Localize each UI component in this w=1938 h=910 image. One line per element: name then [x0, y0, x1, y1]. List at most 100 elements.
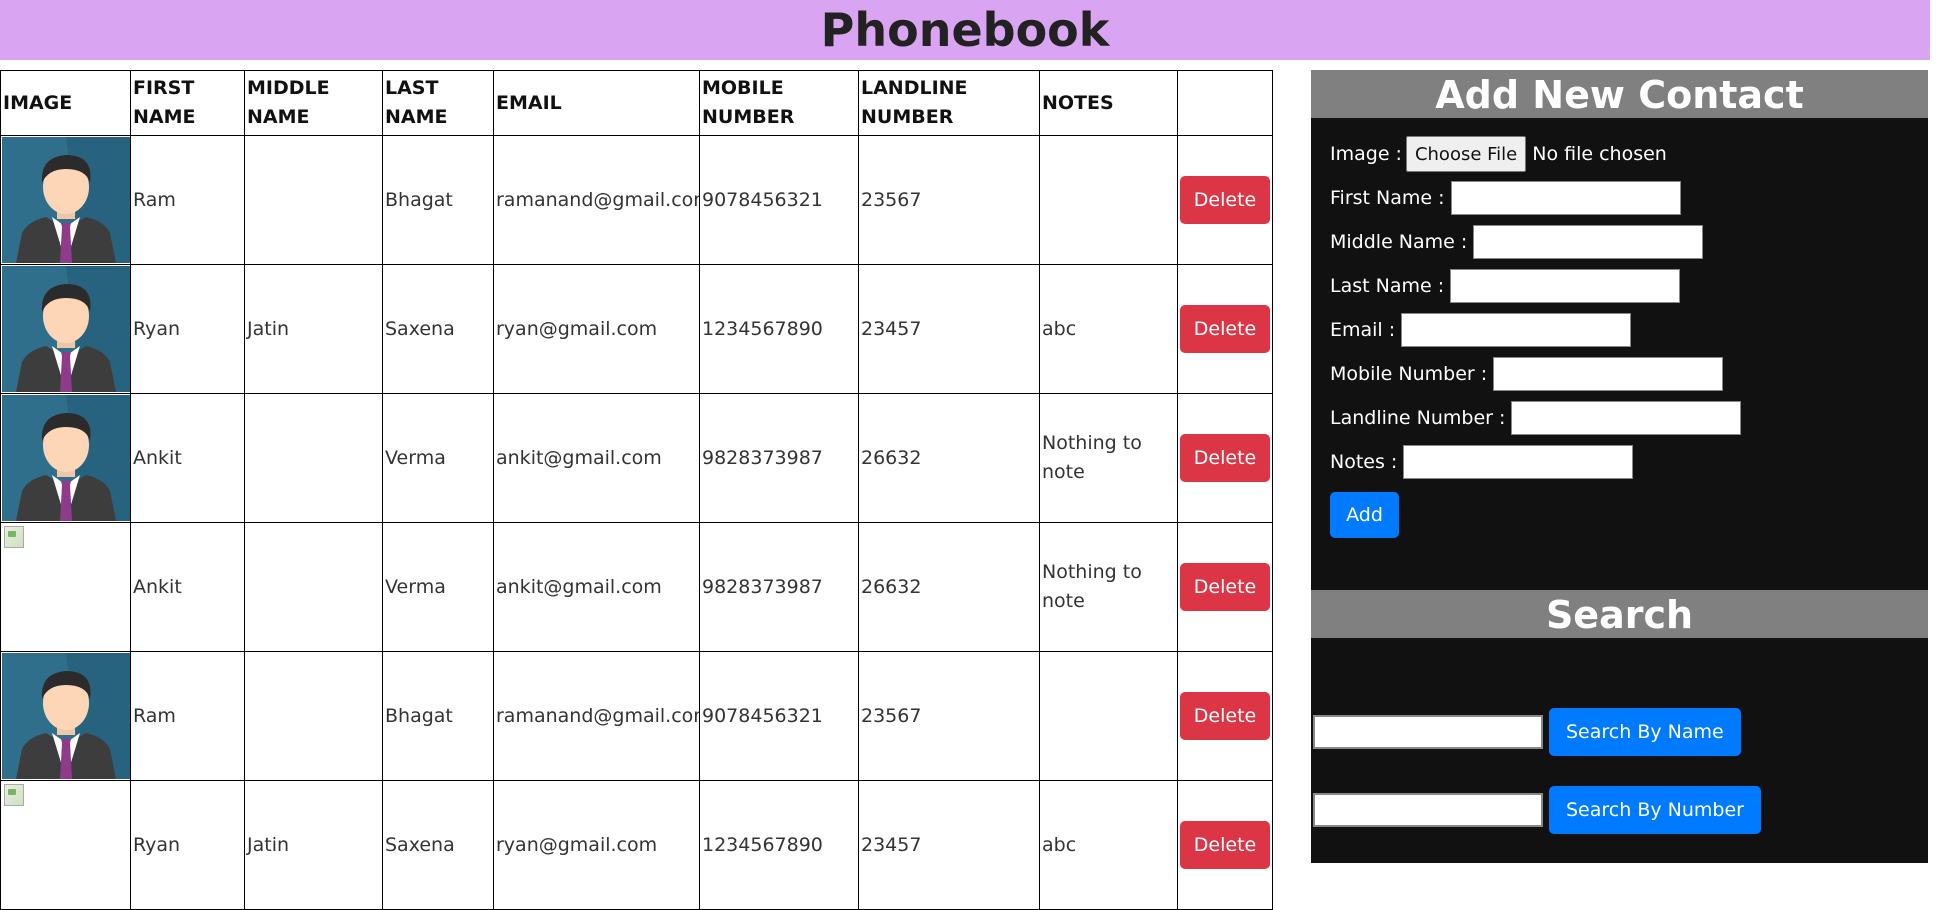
actions-cell: Delete	[1177, 264, 1273, 394]
search-title: Search	[1311, 590, 1928, 638]
notes-cell: abc	[1039, 264, 1178, 394]
landline-number-input[interactable]	[1511, 401, 1742, 435]
delete-button[interactable]: Delete	[1180, 176, 1270, 224]
search-by-name-row: Search By Name	[1311, 708, 1928, 756]
actions-cell: Delete	[1177, 393, 1273, 523]
actions-cell: Delete	[1177, 135, 1273, 265]
delete-button[interactable]: Delete	[1180, 692, 1270, 740]
column-header-last-name: LAST NAME	[382, 70, 494, 136]
image-label: Image :	[1330, 143, 1402, 165]
page-header: Phonebook	[0, 0, 1930, 60]
column-header-image: IMAGE	[0, 70, 131, 136]
middle-name-label: Middle Name :	[1330, 231, 1468, 253]
mobile-number-cell: 9078456321	[699, 135, 859, 265]
notes-cell: Nothing to note	[1039, 522, 1178, 652]
last-name-cell: Bhagat	[382, 135, 494, 265]
first-name-input[interactable]	[1450, 181, 1681, 215]
middle-name-cell: Jatin	[244, 264, 383, 394]
add-contact-title: Add New Contact	[1311, 70, 1928, 118]
last-name-cell: Bhagat	[382, 651, 494, 781]
notes-input[interactable]	[1403, 445, 1634, 479]
notes-cell: abc	[1039, 780, 1178, 910]
table-row: Ankit Verma ankit@gmail.com 9828373987 26632…	[0, 393, 1273, 523]
last-name-row: Last Name :	[1330, 264, 1928, 308]
table-row: Ram Bhagat ramanand@gmail.com 9078456321 235…	[0, 135, 1273, 265]
first-name-cell: Ankit	[130, 522, 245, 652]
column-header-mobile-number: MOBILE NUMBER	[699, 70, 859, 136]
search-panel: Search Search By Name Search By Number	[1311, 590, 1928, 863]
add-button[interactable]: Add	[1330, 492, 1399, 538]
actions-cell: Delete	[1177, 651, 1273, 781]
delete-button[interactable]: Delete	[1180, 434, 1270, 482]
email-label: Email :	[1330, 319, 1396, 341]
last-name-cell: Verma	[382, 393, 494, 523]
first-name-row: First Name :	[1330, 176, 1928, 220]
no-file-text: No file chosen	[1532, 143, 1667, 165]
middle-name-cell	[244, 393, 383, 523]
avatar-image	[2, 266, 130, 392]
landline-number-cell: 23567	[858, 651, 1040, 781]
column-header-email: EMAIL	[493, 70, 700, 136]
last-name-input[interactable]	[1450, 269, 1681, 303]
add-contact-form: Image : Choose File No file chosen First…	[1311, 118, 1928, 538]
table-row: Ryan Jatin Saxena ryan@gmail.com 1234567890 2…	[0, 264, 1273, 394]
search-by-name-button[interactable]: Search By Name	[1549, 708, 1741, 756]
page-title: Phonebook	[820, 3, 1110, 57]
avatar-image	[2, 137, 130, 263]
landline-number-label: Landline Number :	[1330, 407, 1506, 429]
first-name-cell: Ankit	[130, 393, 245, 523]
search-by-number-row: Search By Number	[1311, 786, 1928, 834]
middle-name-cell	[244, 651, 383, 781]
column-header-notes: NOTES	[1039, 70, 1178, 136]
image-row: Image : Choose File No file chosen	[1330, 132, 1928, 176]
first-name-label: First Name :	[1330, 187, 1445, 209]
contacts-table: IMAGE FIRST NAME MIDDLE NAME LAST NAME E…	[0, 70, 1273, 910]
image-cell	[0, 780, 131, 910]
column-header-landline-number: LANDLINE NUMBER	[858, 70, 1040, 136]
delete-button[interactable]: Delete	[1180, 305, 1270, 353]
middle-name-input[interactable]	[1473, 225, 1704, 259]
search-name-input[interactable]	[1313, 715, 1543, 749]
search-by-number-button[interactable]: Search By Number	[1549, 786, 1761, 834]
column-header-first-name: FIRST NAME	[130, 70, 245, 136]
email-row: Email :	[1330, 308, 1928, 352]
first-name-cell: Ram	[130, 135, 245, 265]
table-header-row: IMAGE FIRST NAME MIDDLE NAME LAST NAME E…	[0, 70, 1273, 136]
notes-cell: Nothing to note	[1039, 393, 1178, 523]
middle-name-row: Middle Name :	[1330, 220, 1928, 264]
last-name-cell: Saxena	[382, 264, 494, 394]
mobile-number-cell: 9828373987	[699, 522, 859, 652]
image-cell	[0, 264, 131, 394]
column-header-actions	[1177, 70, 1273, 136]
image-cell	[0, 651, 131, 781]
email-input[interactable]	[1401, 313, 1632, 347]
table-row: Ankit Verma ankit@gmail.com 9828373987 26632…	[0, 522, 1273, 652]
mobile-number-input[interactable]	[1493, 357, 1724, 391]
choose-file-button[interactable]: Choose File	[1405, 136, 1527, 172]
delete-button[interactable]: Delete	[1180, 821, 1270, 869]
mobile-number-cell: 9078456321	[699, 651, 859, 781]
landline-number-cell: 23457	[858, 780, 1040, 910]
mobile-number-cell: 9828373987	[699, 393, 859, 523]
last-name-cell: Verma	[382, 522, 494, 652]
first-name-cell: Ryan	[130, 264, 245, 394]
avatar-image	[2, 395, 130, 521]
middle-name-cell: Jatin	[244, 780, 383, 910]
add-contact-panel: Add New Contact Image : Choose File No f…	[1311, 70, 1928, 590]
email-cell: ramanand@gmail.com	[493, 135, 700, 265]
notes-cell	[1039, 651, 1178, 781]
landline-number-cell: 26632	[858, 522, 1040, 652]
first-name-cell: Ram	[130, 651, 245, 781]
middle-name-cell	[244, 522, 383, 652]
search-number-input[interactable]	[1313, 793, 1543, 827]
table-row: Ryan Jatin Saxena ryan@gmail.com 1234567890 2…	[0, 780, 1273, 910]
delete-button[interactable]: Delete	[1180, 563, 1270, 611]
notes-row: Notes :	[1330, 440, 1928, 484]
contacts-table-body: Ram Bhagat ramanand@gmail.com 9078456321 235…	[0, 135, 1273, 910]
email-cell: ankit@gmail.com	[493, 522, 700, 652]
notes-cell	[1039, 135, 1178, 265]
column-header-middle-name: MIDDLE NAME	[244, 70, 383, 136]
email-cell: ramanand@gmail.com	[493, 651, 700, 781]
notes-label: Notes :	[1330, 451, 1398, 473]
landline-number-cell: 23457	[858, 264, 1040, 394]
